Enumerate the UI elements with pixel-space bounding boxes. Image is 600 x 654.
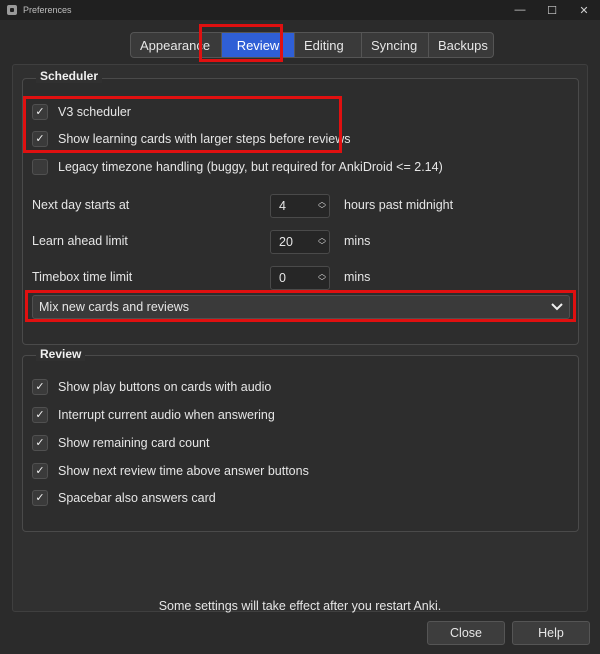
v3-scheduler-option[interactable]: ✓ V3 scheduler: [32, 102, 131, 122]
interrupt-audio-option[interactable]: ✓ Interrupt current audio when answering: [32, 405, 275, 425]
option-label: Interrupt current audio when answering: [58, 408, 275, 422]
option-label: Show next review time above answer butto…: [58, 464, 309, 478]
close-button[interactable]: Close: [427, 621, 505, 645]
option-label: Show learning cards with larger steps be…: [58, 132, 351, 146]
minimize-icon[interactable]: —: [504, 0, 536, 20]
spin-arrows-icon[interactable]: ︿ ﹀: [315, 270, 329, 286]
learn-ahead-unit: mins: [344, 234, 371, 248]
checkbox-checked-icon[interactable]: ✓: [32, 407, 48, 423]
restart-note: Some settings will take effect after you…: [158, 599, 442, 613]
preferences-window: Appearance Review Editing Syncing Backup…: [0, 20, 600, 654]
title-bar: Preferences — ☐ ✕: [0, 0, 600, 20]
help-button[interactable]: Help: [512, 621, 590, 645]
next-review-time-option[interactable]: ✓ Show next review time above answer but…: [32, 461, 309, 481]
checkbox-checked-icon[interactable]: ✓: [32, 435, 48, 451]
spin-value[interactable]: 4: [271, 199, 315, 213]
window-title: Preferences: [23, 5, 72, 15]
next-day-unit: hours past midnight: [344, 198, 454, 212]
learn-ahead-label: Learn ahead limit: [32, 234, 128, 248]
tab-syncing[interactable]: Syncing: [362, 32, 429, 58]
checkbox-checked-icon[interactable]: ✓: [32, 131, 48, 147]
checkbox-checked-icon[interactable]: ✓: [32, 104, 48, 120]
chevron-down-icon[interactable]: [545, 303, 569, 311]
remaining-count-option[interactable]: ✓ Show remaining card count: [32, 433, 209, 453]
close-icon[interactable]: ✕: [568, 0, 600, 20]
timebox-spinbox[interactable]: 0 ︿ ﹀: [270, 266, 330, 290]
mix-cards-select[interactable]: Mix new cards and reviews: [32, 295, 570, 319]
app-icon: [7, 5, 17, 15]
option-label: Spacebar also answers card: [58, 491, 216, 505]
option-label: Legacy timezone handling (buggy, but req…: [58, 160, 443, 174]
select-value: Mix new cards and reviews: [39, 300, 190, 314]
learning-cards-first-option[interactable]: ✓ Show learning cards with larger steps …: [32, 129, 351, 149]
learn-ahead-spinbox[interactable]: 20 ︿ ﹀: [270, 230, 330, 254]
spin-value[interactable]: 0: [271, 271, 315, 285]
checkbox-checked-icon[interactable]: ✓: [32, 379, 48, 395]
tab-review[interactable]: Review: [222, 32, 295, 58]
checkbox-checked-icon[interactable]: ✓: [32, 463, 48, 479]
maximize-icon[interactable]: ☐: [536, 0, 568, 20]
option-label: Show remaining card count: [58, 436, 210, 450]
checkbox-checked-icon[interactable]: ✓: [32, 490, 48, 506]
spin-arrows-icon[interactable]: ︿ ﹀: [315, 198, 329, 214]
spin-value[interactable]: 20: [271, 235, 315, 249]
timebox-unit: mins: [344, 270, 371, 284]
scheduler-group-title: Scheduler: [36, 69, 103, 83]
next-day-spinbox[interactable]: 4 ︿ ﹀: [270, 194, 330, 218]
next-day-label: Next day starts at: [32, 198, 130, 212]
spin-arrows-icon[interactable]: ︿ ﹀: [315, 234, 329, 250]
spacebar-answers-option[interactable]: ✓ Spacebar also answers card: [32, 488, 216, 508]
play-buttons-option[interactable]: ✓ Show play buttons on cards with audio: [32, 377, 271, 397]
checkbox-unchecked-icon[interactable]: [32, 159, 48, 175]
option-label: Show play buttons on cards with audio: [58, 380, 272, 394]
review-group-title: Review: [36, 347, 86, 361]
timebox-label: Timebox time limit: [32, 270, 133, 284]
window-controls: — ☐ ✕: [504, 0, 600, 20]
legacy-timezone-option[interactable]: Legacy timezone handling (buggy, but req…: [32, 157, 443, 177]
tab-editing[interactable]: Editing: [295, 32, 362, 58]
tab-bar: Appearance Review Editing Syncing Backup…: [130, 32, 494, 58]
tab-backups[interactable]: Backups: [429, 32, 494, 58]
tab-appearance[interactable]: Appearance: [130, 32, 222, 58]
option-label: V3 scheduler: [58, 105, 131, 119]
